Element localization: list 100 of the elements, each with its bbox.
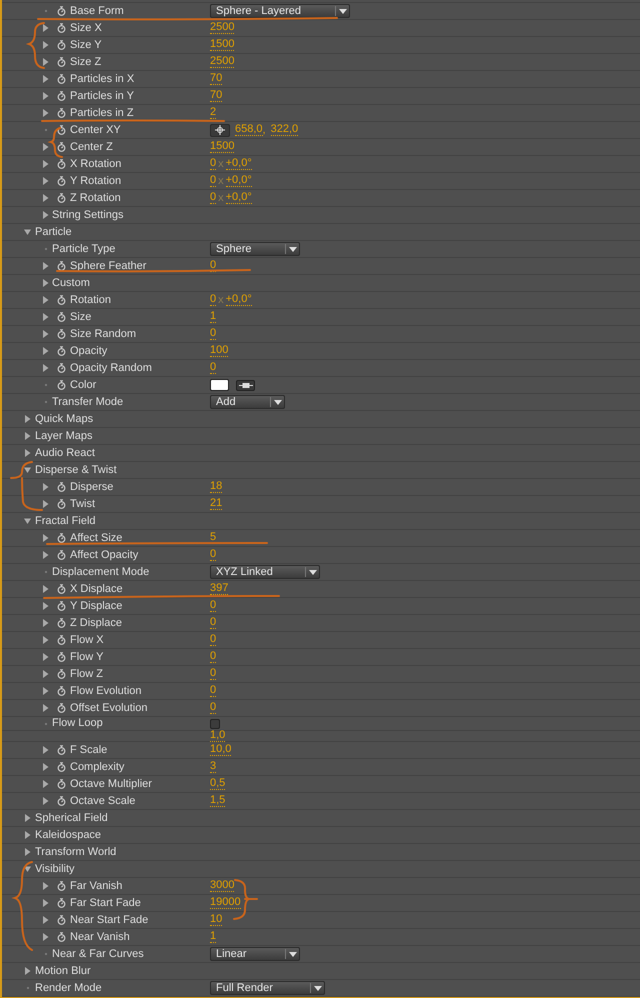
disclosure-triangle-icon[interactable] — [42, 330, 49, 338]
disclosure-triangle-icon[interactable] — [42, 109, 49, 117]
disclosure-triangle-icon[interactable] — [42, 534, 49, 542]
stopwatch-icon[interactable] — [57, 329, 66, 339]
disclosure-triangle-icon[interactable] — [24, 466, 31, 474]
disclosure-triangle-icon[interactable] — [42, 194, 49, 202]
disclosure-triangle-icon[interactable] — [42, 75, 49, 83]
stopwatch-icon[interactable] — [57, 601, 66, 611]
stopwatch-icon[interactable] — [57, 584, 66, 594]
dropdown[interactable]: Sphere - Layered — [210, 4, 350, 18]
stopwatch-icon[interactable] — [57, 23, 66, 33]
stopwatch-icon[interactable] — [57, 762, 66, 772]
value-field[interactable]: 0 — [210, 600, 216, 612]
color-swatch[interactable] — [210, 379, 229, 391]
disclosure-triangle-icon[interactable] — [42, 296, 49, 304]
stopwatch-icon[interactable] — [57, 57, 66, 67]
disclosure-triangle-icon[interactable] — [42, 500, 49, 508]
dropdown[interactable]: Sphere — [210, 242, 300, 256]
disclosure-triangle-icon[interactable] — [42, 619, 49, 627]
dropdown[interactable]: Full Render — [210, 981, 325, 995]
stopwatch-icon[interactable] — [57, 261, 66, 271]
disclosure-triangle-icon[interactable] — [42, 746, 49, 754]
stopwatch-icon[interactable] — [57, 176, 66, 186]
disclosure-triangle-icon[interactable] — [42, 763, 49, 771]
disclosure-triangle-icon[interactable] — [42, 653, 49, 661]
value-field[interactable]: 0,5 — [210, 778, 226, 790]
disclosure-triangle-icon[interactable] — [42, 797, 49, 805]
stopwatch-icon[interactable] — [57, 635, 66, 645]
disclosure-triangle-icon[interactable] — [42, 279, 49, 287]
value-field[interactable]: 0 — [210, 175, 216, 187]
stopwatch-icon[interactable] — [57, 6, 66, 16]
disclosure-triangle-icon[interactable] — [24, 228, 31, 236]
value-field[interactable]: 1500 — [210, 141, 234, 153]
disclosure-triangle-icon[interactable] — [42, 780, 49, 788]
disclosure-triangle-icon[interactable] — [42, 41, 49, 49]
value-field[interactable]: +0,0° — [226, 192, 252, 204]
value-field[interactable]: 0 — [210, 617, 216, 629]
value-field[interactable]: 322,0 — [270, 124, 298, 136]
disclosure-triangle-icon[interactable] — [42, 364, 49, 372]
disclosure-triangle-icon[interactable] — [42, 92, 49, 100]
disclosure-triangle-icon[interactable] — [42, 670, 49, 678]
stopwatch-icon[interactable] — [57, 652, 66, 662]
value-field[interactable]: 100 — [210, 345, 228, 357]
value-field[interactable]: 19000 — [210, 897, 241, 909]
dropdown[interactable]: Add — [210, 395, 285, 409]
disclosure-triangle-icon[interactable] — [24, 814, 31, 822]
stopwatch-icon[interactable] — [57, 881, 66, 891]
value-field[interactable]: 0 — [210, 651, 216, 663]
disclosure-triangle-icon[interactable] — [42, 899, 49, 907]
disclosure-triangle-icon[interactable] — [24, 449, 31, 457]
disclosure-triangle-icon[interactable] — [42, 211, 49, 219]
value-field[interactable]: 2500 — [210, 56, 234, 68]
disclosure-triangle-icon[interactable] — [42, 551, 49, 559]
stopwatch-icon[interactable] — [57, 550, 66, 560]
stopwatch-icon[interactable] — [57, 193, 66, 203]
disclosure-triangle-icon[interactable] — [42, 916, 49, 924]
value-field[interactable]: 1,5 — [210, 795, 226, 807]
value-field[interactable]: +0,0° — [226, 158, 252, 170]
stopwatch-icon[interactable] — [57, 898, 66, 908]
disclosure-triangle-icon[interactable] — [42, 58, 49, 66]
stopwatch-icon[interactable] — [57, 745, 66, 755]
value-field[interactable]: 70 — [210, 73, 222, 85]
stopwatch-icon[interactable] — [57, 482, 66, 492]
value-field[interactable]: 1500 — [210, 39, 234, 51]
value-field[interactable]: +0,0° — [226, 175, 252, 187]
disclosure-triangle-icon[interactable] — [24, 517, 31, 525]
value-field[interactable]: 0 — [210, 362, 216, 374]
value-field[interactable]: 3 — [210, 761, 216, 773]
stopwatch-icon[interactable] — [57, 363, 66, 373]
stopwatch-icon[interactable] — [57, 686, 66, 696]
disclosure-triangle-icon[interactable] — [24, 967, 31, 975]
disclosure-triangle-icon[interactable] — [42, 24, 49, 32]
value-field[interactable]: 0 — [210, 294, 216, 306]
stopwatch-icon[interactable] — [57, 91, 66, 101]
value-field[interactable]: 658,0 — [235, 124, 263, 136]
disclosure-triangle-icon[interactable] — [42, 143, 49, 151]
eyedropper-button[interactable] — [236, 380, 255, 390]
disclosure-triangle-icon[interactable] — [24, 865, 31, 873]
stopwatch-icon[interactable] — [57, 932, 66, 942]
disclosure-triangle-icon[interactable] — [42, 347, 49, 355]
stopwatch-icon[interactable] — [57, 779, 66, 789]
stopwatch-icon[interactable] — [57, 380, 66, 390]
value-field[interactable]: 3000 — [210, 880, 234, 892]
stopwatch-icon[interactable] — [57, 40, 66, 50]
value-field[interactable]: 397 — [210, 583, 228, 595]
stopwatch-icon[interactable] — [57, 295, 66, 305]
disclosure-triangle-icon[interactable] — [42, 602, 49, 610]
disclosure-triangle-icon[interactable] — [42, 687, 49, 695]
value-field[interactable]: 1 — [210, 931, 216, 943]
value-field[interactable]: 70 — [210, 90, 222, 102]
disclosure-triangle-icon[interactable] — [42, 585, 49, 593]
checkbox[interactable] — [210, 718, 220, 728]
stopwatch-icon[interactable] — [57, 703, 66, 713]
stopwatch-icon[interactable] — [57, 618, 66, 628]
disclosure-triangle-icon[interactable] — [42, 933, 49, 941]
value-field[interactable]: 0 — [210, 260, 216, 272]
disclosure-triangle-icon[interactable] — [42, 483, 49, 491]
disclosure-triangle-icon[interactable] — [42, 160, 49, 168]
disclosure-triangle-icon[interactable] — [42, 262, 49, 270]
value-field[interactable]: 0 — [210, 634, 216, 646]
